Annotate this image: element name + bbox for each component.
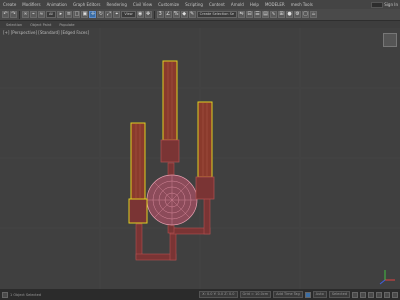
selection-filter-dropdown[interactable]: All [46, 11, 57, 18]
window-crossing-icon[interactable]: ▣ [81, 11, 89, 18]
perspective-viewport[interactable]: [+] [Perspective] [Standard] [Edged Face… [0, 28, 400, 289]
rect-select-icon[interactable]: □ [73, 11, 81, 18]
select-object-icon[interactable]: ▸ [57, 11, 65, 18]
toolbar-divider [19, 10, 20, 19]
menu-graph-editors[interactable]: Graph Editors [70, 2, 103, 7]
menu-arnold[interactable]: Arnold [228, 2, 247, 7]
search-input[interactable] [371, 1, 384, 8]
named-selection-dropdown[interactable]: Create Selection Se [196, 11, 238, 18]
menu-animation[interactable]: Animation [44, 2, 70, 7]
auto-key-button[interactable] [304, 291, 311, 298]
main-toolbar: ↶ ↷ ∞ ⌁ ≈ All ▸ ≡ □ ▣ ✛ ↻ ⤢ ⌖ View ◉ ✥ 3… [0, 9, 400, 21]
viewport-scene [0, 28, 400, 289]
key-filter-dropdown[interactable]: Selected [328, 291, 350, 298]
menu-rendering[interactable]: Rendering [103, 2, 129, 7]
unlink-icon[interactable]: ⌁ [30, 11, 37, 18]
grid-readout: Grid = 10.0cm [239, 291, 272, 298]
schematic-view-icon[interactable]: ⊞ [278, 11, 286, 18]
spinner-snap-icon[interactable]: ◆ [180, 11, 188, 18]
menu-mesh-tools[interactable]: mesh Tools [288, 2, 316, 7]
menu-scripting[interactable]: Scripting [182, 2, 206, 7]
tube-right [195, 101, 215, 200]
material-editor-icon[interactable]: ● [286, 11, 294, 18]
menu-modeler[interactable]: MODELER [262, 2, 288, 7]
transform-gizmo[interactable] [379, 270, 395, 285]
pivot-icon[interactable]: ◉ [136, 11, 144, 18]
redo-icon[interactable]: ↷ [10, 11, 17, 18]
menu-modifiers[interactable]: Modifiers [19, 2, 43, 7]
tab-object-paint[interactable]: Object Paint [30, 23, 51, 27]
tab-selection[interactable]: Selection [6, 23, 22, 27]
menu-content[interactable]: Content [206, 2, 228, 7]
tube-left [128, 122, 148, 224]
render-setup-icon[interactable]: ⚙ [294, 11, 302, 18]
angle-snap-icon[interactable]: ∠ [164, 11, 172, 18]
signin-area[interactable]: Sign In [371, 1, 398, 8]
maxscript-listener-icon[interactable] [2, 291, 8, 298]
wall-plate [146, 174, 198, 226]
toggle-ribbon-icon[interactable]: ▤ [262, 11, 270, 18]
render-icon[interactable]: ☕ [310, 11, 318, 18]
viewcube-icon[interactable] [383, 33, 397, 47]
move-icon[interactable]: ✛ [89, 11, 97, 18]
layer-explorer-icon[interactable]: ☰ [254, 11, 262, 18]
goto-start-icon[interactable] [352, 291, 358, 298]
mirror-icon[interactable]: ⇋ [238, 11, 246, 18]
signin-link[interactable]: Sign In [384, 2, 398, 7]
goto-end-icon[interactable] [368, 291, 374, 298]
reference-coordinate-dropdown[interactable]: View [121, 11, 136, 18]
menu-create[interactable]: Create [0, 2, 19, 7]
menu-help[interactable]: Help [247, 2, 262, 7]
rendered-frame-icon[interactable]: ▢ [302, 11, 310, 18]
tube-center [160, 60, 180, 163]
ribbon-tabs: Selection Object Paint Populate [0, 21, 400, 28]
place-icon[interactable]: ⌖ [113, 11, 121, 18]
menu-bar: Create Modifiers Animation Graph Editors… [0, 0, 400, 9]
link-icon[interactable]: ∞ [22, 11, 29, 18]
selection-status: 1 Object Selected [10, 292, 42, 297]
coordinates-readout[interactable]: X: 0.0 Y: 0.0 Z: 0.0 [199, 291, 238, 298]
viewport-label[interactable]: [+] [Perspective] [Standard] [Edged Face… [3, 30, 89, 35]
auto-key-label[interactable]: Auto [312, 291, 327, 298]
status-bar: 1 Object Selected X: 0.0 Y: 0.0 Z: 0.0 G… [0, 289, 400, 300]
select-by-name-icon[interactable]: ≡ [65, 11, 73, 18]
scale-icon[interactable]: ⤢ [105, 11, 113, 18]
select-manipulate-icon[interactable]: ✥ [144, 11, 152, 18]
undo-icon[interactable]: ↶ [2, 11, 9, 18]
menu-customize[interactable]: Customize [155, 2, 182, 7]
play-icon[interactable] [360, 291, 366, 298]
curve-editor-icon[interactable]: ∿ [270, 11, 278, 18]
percent-snap-icon[interactable]: % [172, 11, 180, 18]
snap-3d-icon[interactable]: 3 [156, 11, 164, 18]
add-time-tag[interactable]: Add Time Tag [273, 291, 303, 298]
maximize-viewport-icon[interactable] [392, 291, 398, 298]
bind-icon[interactable]: ≈ [38, 11, 45, 18]
orbit-icon[interactable] [384, 291, 390, 298]
zoom-extents-icon[interactable] [376, 291, 382, 298]
menu-civil-view[interactable]: Civil View [130, 2, 155, 7]
rotate-icon[interactable]: ↻ [97, 11, 105, 18]
tab-populate[interactable]: Populate [59, 23, 74, 27]
toolbar-divider [153, 10, 155, 19]
align-icon[interactable]: ⊟ [246, 11, 254, 18]
edit-named-sets-icon[interactable]: ✎ [188, 11, 196, 18]
